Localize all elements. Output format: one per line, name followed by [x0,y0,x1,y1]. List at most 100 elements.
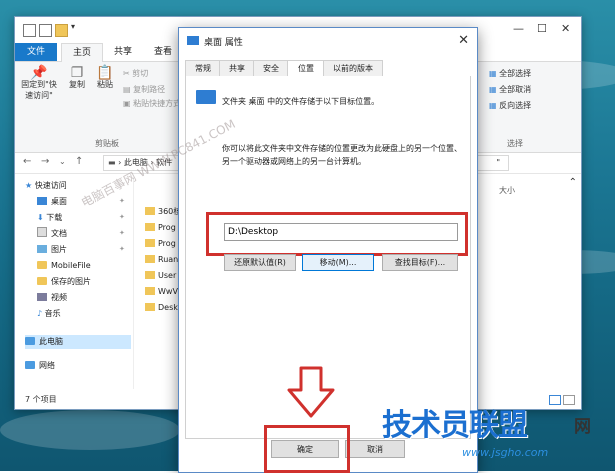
status-bar-count: 7 个项目 [25,395,57,404]
document-icon [37,227,47,237]
list-item[interactable]: WwV [145,285,178,299]
scroll-up-icon[interactable]: ⌃ [569,177,577,188]
tab-security[interactable]: 安全 [253,60,289,76]
pin-icon: ✦ [119,229,125,237]
pin-icon: ✦ [119,197,125,205]
tree-item-saved-pictures[interactable]: 保存的图片 [37,275,91,289]
tab-sharing[interactable]: 共享 [219,60,255,76]
site-url: www.jsgho.com [462,446,549,459]
select-all-label: 全部选择 [499,69,532,78]
dialog-titlebar: 桌面 属性 ✕ [179,28,477,54]
tab-previous-versions[interactable]: 以前的版本 [323,60,383,76]
tab-home[interactable]: 主页 [61,43,103,62]
list-item[interactable]: Ruan [145,253,178,267]
location-path-input[interactable] [224,223,458,241]
tree-label: 视频 [51,293,67,302]
tree-item-videos[interactable]: 视频 [37,291,67,305]
dialog-title: 桌面 属性 [204,38,243,48]
list-item[interactable]: Prog [145,221,176,235]
tree-item-this-pc[interactable]: 此电脑 [25,335,131,349]
tree-item-desktop[interactable]: 桌面 [37,195,67,209]
folder-icon [145,271,155,279]
tab-share[interactable]: 共享 [103,43,143,61]
close-icon[interactable]: ✕ [458,33,469,48]
download-icon: ⬇ [37,213,47,222]
select-none-button[interactable]: ▦ 全部取消 [489,84,531,95]
location-help-text: 你可以将此文件夹中文件存储的位置更改为此硬盘上的另一个位置、另一个驱动器或网络上… [222,144,462,166]
pin-label: 固定到"快 速访问" [21,80,57,100]
network-icon [25,361,35,369]
tab-location[interactable]: 位置 [287,60,325,77]
pin-quick-access-button[interactable]: 📌 固定到"快 速访问" [19,66,59,101]
list-item[interactable]: Prog [145,237,176,251]
quick-access-dropdown-icon[interactable]: ▾ [71,22,75,31]
minimize-icon[interactable]: — [513,22,524,35]
ok-highlight-box [264,425,350,473]
copy-path-label: 复制路径 [133,85,166,94]
forward-arrow-icon[interactable]: → [41,156,49,167]
list-item[interactable]: User [145,269,176,283]
paste-button[interactable]: 📋 粘贴 [93,65,117,90]
tree-label: MobileFile [51,261,91,270]
paste-shortcut-icon: ▣ [123,99,134,108]
copy-label: 复制 [69,80,85,89]
cut-button[interactable]: ✂ 剪切 [123,68,148,79]
paste-shortcut-button[interactable]: ▣ 粘贴快捷方式 [123,98,181,109]
list-item[interactable]: Desk [145,301,178,315]
details-view-icon[interactable] [549,395,561,405]
tab-view[interactable]: 查看 [143,43,183,61]
up-arrow-icon[interactable]: ↑ [75,156,83,167]
maximize-icon[interactable]: ☐ [537,22,547,35]
back-arrow-icon[interactable]: ← [23,156,31,167]
tree-item-music[interactable]: ♪ 音乐 [37,307,61,321]
copy-button[interactable]: ❐ 复制 [65,65,89,90]
dialog-tabs: 常规 共享 安全 位置 以前的版本 [185,60,471,77]
tree-item-documents[interactable]: 文档 [37,227,67,241]
folder-icon [187,36,199,45]
paste-icon: 📋 [96,65,114,81]
file-name: Desk [158,303,178,312]
recent-dropdown-icon[interactable]: ⌄ [59,157,66,166]
video-icon [37,293,47,301]
folder-icon [145,239,155,247]
wave-decor [0,410,180,450]
invert-select-button[interactable]: ▦ 反向选择 [489,100,531,111]
tree-label: 音乐 [44,309,61,318]
paste-shortcut-label: 粘贴快捷方式 [133,99,182,108]
tree-item-quick-access[interactable]: ★ 快速访问 [25,179,67,193]
select-all-button[interactable]: ▦ 全部选择 [489,68,531,79]
folder-icon [145,223,155,231]
column-header-size[interactable]: 大小 [499,185,515,196]
tree-label: 文档 [51,229,67,238]
select-none-label: 全部取消 [499,85,532,94]
folder-icon [145,255,155,263]
copy-icon: ❐ [70,65,84,81]
desktop-icon [37,197,47,205]
restore-default-button[interactable]: 还原默认值(R) [224,254,296,271]
clipboard-group-label: 剪贴板 [95,139,119,148]
copy-path-icon: ▤ [123,85,134,94]
tree-label: 保存的图片 [51,277,91,286]
tree-item-pictures[interactable]: 图片 [37,243,67,257]
list-item[interactable]: 360核 [145,205,181,219]
select-all-icon: ▦ [489,69,500,78]
large-icons-view-icon[interactable] [563,395,575,405]
tab-general[interactable]: 常规 [185,60,221,76]
star-icon: ★ [25,181,35,190]
file-name: User [158,271,177,280]
tree-item-mobilefile[interactable]: MobileFile [37,259,91,273]
quick-access-save-icon[interactable] [23,24,36,37]
copy-path-button[interactable]: ▤ 复制路径 [123,84,165,95]
tree-label: 快速访问 [34,181,67,190]
close-icon[interactable]: ✕ [561,22,570,35]
move-button[interactable]: 移动(M)... [302,254,374,271]
file-name: Prog [158,239,176,248]
quick-access-folder-icon[interactable] [55,24,68,37]
location-description: 文件夹 桌面 中的文件存储于以下目标位置。 [222,97,380,106]
tree-item-network[interactable]: 网络 [25,359,55,373]
tab-file[interactable]: 文件 [15,43,57,61]
invert-select-label: 反向选择 [499,101,532,110]
quick-access-properties-icon[interactable] [39,24,52,37]
tree-item-downloads[interactable]: ⬇ 下载 [37,211,62,225]
find-target-button[interactable]: 查找目标(F)... [382,254,458,271]
